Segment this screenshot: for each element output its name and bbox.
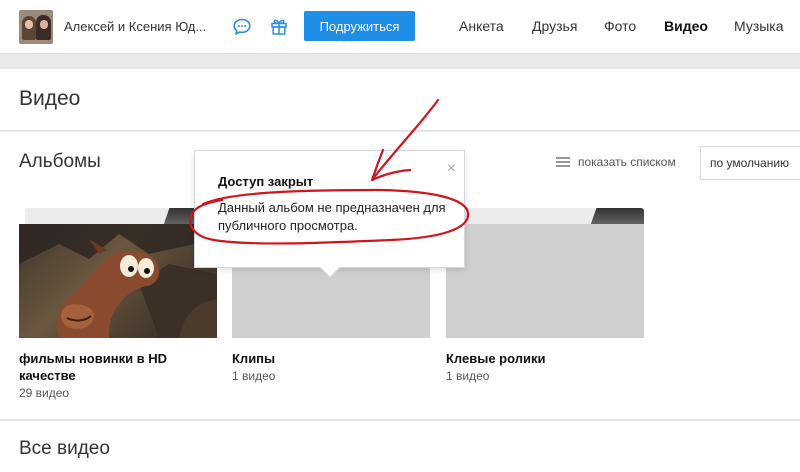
sort-select[interactable]: по умолчанию bbox=[700, 146, 800, 180]
avatar-face-left bbox=[25, 20, 33, 29]
avatar[interactable] bbox=[19, 10, 53, 44]
album-video-count: 1 видео bbox=[446, 369, 490, 383]
top-header: Алексей и Ксения Юд... Подружиться Анкет… bbox=[0, 0, 800, 54]
show-as-list-label: показать списком bbox=[578, 155, 676, 169]
popup-message: Данный альбом не предназначен для публич… bbox=[218, 200, 446, 233]
album-folder[interactable] bbox=[446, 208, 644, 338]
nav-photos[interactable]: Фото bbox=[604, 18, 636, 34]
cartoon-horse-image bbox=[19, 224, 217, 338]
album-card[interactable]: фильмы новинки в HD качестве 29 видео bbox=[19, 208, 217, 400]
chat-bubble-icon[interactable] bbox=[232, 17, 252, 37]
album-video-count: 1 видео bbox=[232, 369, 276, 383]
befriend-button[interactable]: Подружиться bbox=[304, 11, 415, 41]
all-videos-heading: Все видео bbox=[19, 438, 110, 459]
nav-profile[interactable]: Анкета bbox=[459, 18, 504, 34]
close-icon[interactable]: × bbox=[447, 161, 456, 177]
album-title[interactable]: Клипы bbox=[232, 350, 430, 367]
popup-title: Доступ закрыт bbox=[218, 174, 314, 189]
album-title[interactable]: Клевые ролики bbox=[446, 350, 644, 367]
gift-icon[interactable] bbox=[269, 16, 289, 36]
access-denied-popup: × Доступ закрыт Данный альбом не предназ… bbox=[194, 150, 465, 278]
album-card[interactable]: Клевые ролики 1 видео bbox=[446, 208, 644, 383]
nav-video[interactable]: Видео bbox=[664, 18, 708, 34]
nav-music[interactable]: Музыка bbox=[734, 18, 784, 34]
user-name-link[interactable]: Алексей и Ксения Юд... bbox=[64, 19, 214, 34]
all-videos-panel: Все видео bbox=[0, 421, 800, 472]
avatar-face-right bbox=[40, 20, 48, 29]
album-folder[interactable] bbox=[19, 208, 217, 338]
page-title: Видео bbox=[19, 87, 81, 110]
albums-heading: Альбомы bbox=[19, 151, 101, 172]
album-cover-placeholder[interactable] bbox=[446, 224, 644, 338]
album-title[interactable]: фильмы новинки в HD качестве bbox=[19, 350, 217, 384]
album-video-count: 29 видео bbox=[19, 386, 70, 400]
show-as-list-toggle[interactable]: показать списком bbox=[556, 155, 676, 169]
nav-friends[interactable]: Друзья bbox=[532, 18, 577, 34]
album-cover-image[interactable] bbox=[19, 224, 217, 338]
list-icon bbox=[556, 157, 570, 167]
page-title-panel: Видео bbox=[0, 69, 800, 131]
